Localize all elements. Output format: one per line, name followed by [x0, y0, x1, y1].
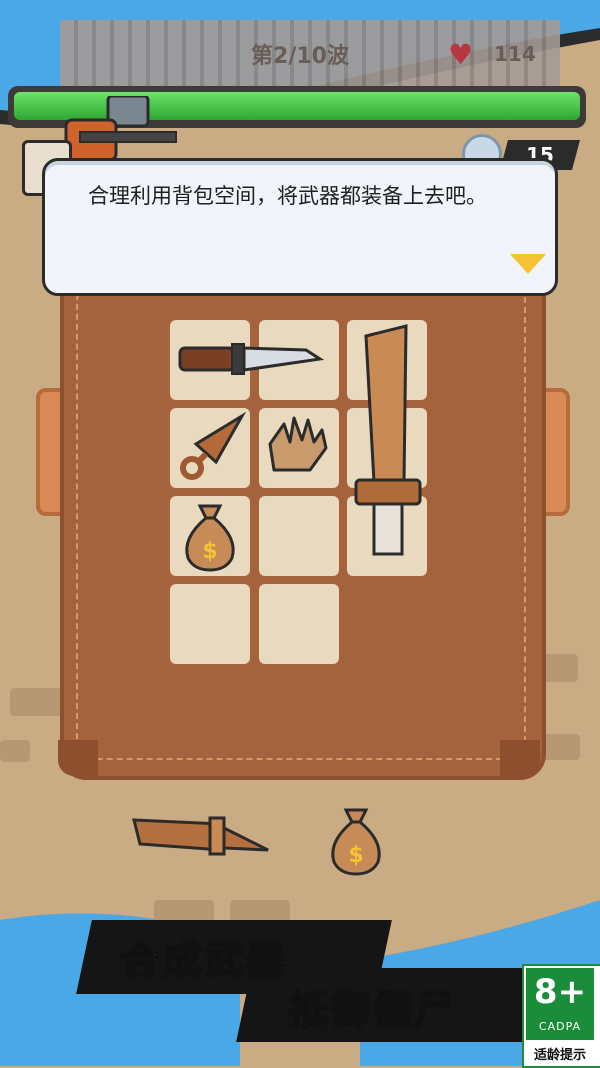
svg-text:$: $ [348, 843, 363, 868]
bag-corner [58, 740, 98, 776]
floor-brick [540, 734, 580, 760]
player-character [64, 96, 177, 162]
slogan-line-2: 抵御僵尸 [287, 987, 456, 1035]
tutorial-bubble[interactable] [42, 158, 558, 296]
knife-icon[interactable] [178, 340, 324, 380]
svg-text:$: $ [202, 539, 217, 564]
bag-corner [500, 740, 540, 776]
age-rating-value: 8+ [533, 972, 587, 1012]
next-arrow-icon[interactable] [510, 254, 546, 274]
slogan-line-1: 合成武器 [119, 937, 288, 985]
wooden-dagger-icon[interactable] [130, 814, 274, 860]
inventory-slot[interactable] [170, 584, 250, 664]
money-bag-icon[interactable]: $ [180, 502, 240, 572]
hp-value: 114 [494, 42, 536, 66]
age-rating-tip: 适龄提示 [533, 1048, 586, 1063]
age-rating-org: CADPA [538, 1020, 582, 1033]
inventory-slot[interactable] [259, 584, 339, 664]
floor-brick [10, 688, 66, 716]
inventory-slot[interactable] [259, 496, 339, 576]
tutorial-message: 合理利用背包空间，将武器都装备上去吧。 [88, 184, 487, 208]
wave-counter: 第2/10波 [251, 44, 349, 69]
heart-icon: ♥ [448, 38, 474, 71]
floor-brick [0, 740, 30, 762]
glove-icon[interactable] [264, 414, 334, 478]
wooden-sword-icon[interactable] [352, 322, 424, 558]
money-bag-icon[interactable]: $ [326, 806, 386, 876]
kunai-icon[interactable] [176, 412, 246, 482]
